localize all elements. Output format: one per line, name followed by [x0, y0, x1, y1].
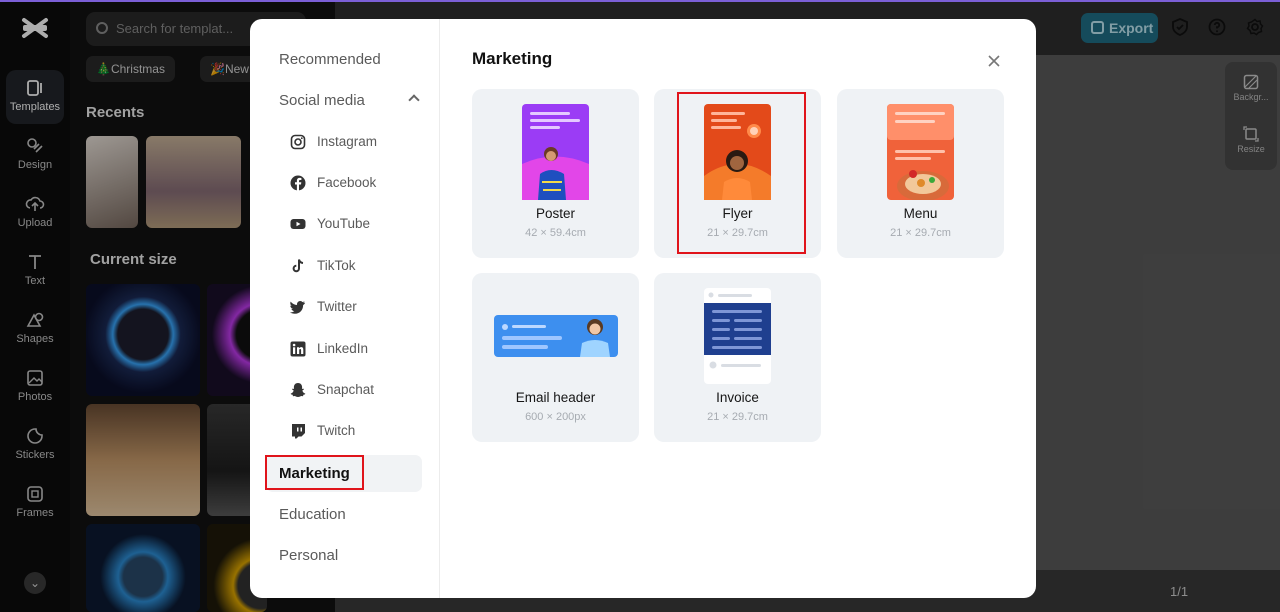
- nav-instagram[interactable]: Instagram: [290, 129, 377, 155]
- nav-instagram-label: Instagram: [317, 134, 378, 149]
- invoice-preview-image: [704, 288, 771, 384]
- email-header-preview-image: [494, 315, 618, 357]
- nav-youtube-label: YouTube: [317, 216, 371, 231]
- template-card-poster[interactable]: Poster 42 × 59.4cm: [472, 89, 639, 258]
- template-card-invoice[interactable]: Invoice 21 × 29.7cm: [654, 273, 821, 442]
- card-size: 600 × 200px: [525, 411, 586, 423]
- close-icon[interactable]: [984, 51, 1004, 71]
- nav-education[interactable]: Education: [266, 496, 422, 533]
- instagram-icon: [290, 134, 306, 150]
- template-card-email-header[interactable]: Email header 600 × 200px: [472, 273, 639, 442]
- nav-linkedin-label: LinkedIn: [317, 341, 369, 356]
- facebook-icon: [290, 175, 306, 191]
- twitter-icon: [290, 301, 305, 314]
- card-name: Email header: [515, 390, 596, 405]
- card-name: Flyer: [722, 206, 753, 221]
- card-size: 21 × 29.7cm: [707, 227, 768, 239]
- nav-social-media-label: Social media: [279, 92, 365, 109]
- snapchat-icon: [290, 383, 306, 397]
- card-name: Poster: [535, 206, 576, 221]
- nav-youtube[interactable]: YouTube: [290, 211, 370, 237]
- nav-facebook[interactable]: Facebook: [290, 170, 376, 196]
- nav-facebook-label: Facebook: [317, 175, 377, 190]
- nav-snapchat-label: Snapchat: [317, 382, 375, 397]
- tiktok-icon: [292, 259, 304, 273]
- template-size-dialog: Recommended Social media Instagram Faceb…: [250, 19, 1036, 598]
- template-card-menu[interactable]: Menu 21 × 29.7cm: [837, 89, 1004, 258]
- linkedin-icon: [290, 341, 306, 357]
- card-name: Menu: [903, 206, 938, 221]
- card-size: 21 × 29.7cm: [707, 411, 768, 423]
- twitch-icon: [292, 424, 305, 439]
- nav-personal[interactable]: Personal: [266, 537, 422, 574]
- nav-twitter-label: Twitter: [317, 299, 357, 314]
- nav-tiktok[interactable]: TikTok: [290, 253, 356, 279]
- menu-preview-image: [887, 104, 954, 200]
- chevron-up-icon: [408, 94, 420, 106]
- flyer-preview-image: [704, 104, 771, 200]
- nav-twitch-label: Twitch: [317, 423, 356, 438]
- nav-linkedin[interactable]: LinkedIn: [290, 336, 368, 362]
- nav-social-media[interactable]: Social media: [266, 82, 422, 119]
- card-size: 42 × 59.4cm: [525, 227, 586, 239]
- dialog-title: Marketing: [472, 49, 553, 68]
- nav-twitch[interactable]: Twitch: [290, 418, 355, 444]
- highlight-box: [265, 455, 364, 490]
- nav-tiktok-label: TikTok: [317, 258, 356, 273]
- card-name: Invoice: [716, 390, 759, 405]
- card-size: 21 × 29.7cm: [890, 227, 951, 239]
- template-card-flyer[interactable]: Flyer 21 × 29.7cm: [654, 89, 821, 258]
- nav-snapchat[interactable]: Snapchat: [290, 377, 374, 403]
- nav-twitter[interactable]: Twitter: [290, 294, 357, 320]
- nav-recommended[interactable]: Recommended: [266, 41, 422, 78]
- category-nav: Recommended Social media Instagram Faceb…: [250, 19, 440, 598]
- poster-preview-image: [522, 104, 589, 200]
- window-top-accent: [0, 0, 1280, 2]
- nav-marketing[interactable]: Marketing: [265, 455, 422, 492]
- youtube-icon: [290, 219, 306, 229]
